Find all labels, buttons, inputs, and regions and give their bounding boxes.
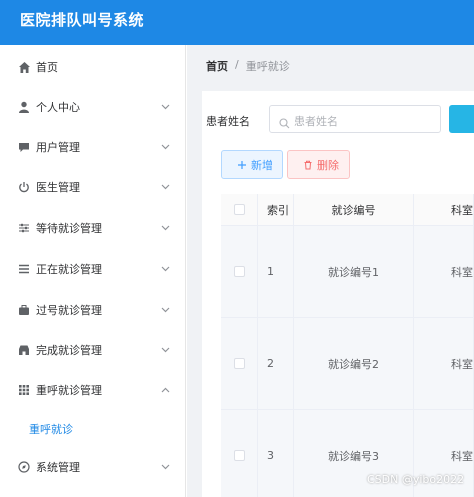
row-checkbox[interactable] <box>233 358 245 369</box>
breadcrumb-separator: / <box>235 58 239 71</box>
sidebar-item-doctor-management[interactable]: 医生管理 <box>0 167 186 207</box>
column-header-index: 索引 <box>258 194 294 226</box>
sidebar-item-home[interactable]: 首页 <box>0 47 186 87</box>
sidebar-subitem-recall[interactable]: 重呼就诊 <box>0 411 186 447</box>
breadcrumb: 首页 / 重呼就诊 <box>206 58 290 74</box>
sidebar-item-completed-management[interactable]: 完成就诊管理 <box>0 330 186 370</box>
app-header: 医院排队叫号系统 <box>0 0 474 45</box>
sidebar-item-recall-management[interactable]: 重呼就诊管理 <box>0 370 186 410</box>
row-index: 2 <box>258 318 294 410</box>
row-select-cell <box>221 226 258 318</box>
chevron-down-icon <box>160 102 170 112</box>
sidebar-item-label: 正在就诊管理 <box>36 263 102 276</box>
chevron-down-icon <box>160 264 170 274</box>
row-checkbox[interactable] <box>233 450 245 461</box>
list-icon <box>17 262 31 276</box>
watermark: CSDN @yibo2022 <box>367 473 465 486</box>
add-button[interactable]: 新增 <box>221 150 283 179</box>
compass-icon <box>17 460 31 474</box>
sidebar-item-label: 完成就诊管理 <box>36 344 102 357</box>
sidebar-item-waiting-management[interactable]: 等待就诊管理 <box>0 208 186 248</box>
sidebar-item-label: 医生管理 <box>36 181 80 194</box>
trash-icon <box>303 160 313 170</box>
sidebar-item-user-management[interactable]: 用户管理 <box>0 127 186 167</box>
sidebar-item-label: 个人中心 <box>36 101 80 114</box>
sliders-icon <box>17 221 31 235</box>
data-table: 索引 就诊编号 科室 1 就诊编号1 科室 2 就诊编号2 科室 3 就诊编号3… <box>221 194 474 497</box>
search-icon <box>279 114 290 129</box>
sidebar-item-label: 等待就诊管理 <box>36 222 102 235</box>
sidebar-item-label: 用户管理 <box>36 141 80 154</box>
select-all-checkbox[interactable] <box>233 204 245 215</box>
row-code: 就诊编号1 <box>294 226 414 318</box>
header-select-all <box>221 194 258 226</box>
shop-icon <box>17 343 31 357</box>
row-select-cell <box>221 318 258 410</box>
power-icon <box>17 180 31 194</box>
app-title: 医院排队叫号系统 <box>20 11 145 29</box>
row-dept: 科室 <box>414 318 474 410</box>
breadcrumb-home[interactable]: 首页 <box>206 58 228 74</box>
chevron-down-icon <box>160 345 170 355</box>
column-header-code: 就诊编号 <box>294 194 414 226</box>
sidebar-menu: 首页 个人中心 用户管理 医生管理 等待就诊管理 正在就诊管理 过号就诊管理 完… <box>0 45 186 497</box>
search-button[interactable] <box>449 105 474 133</box>
sidebar-item-personal-center[interactable]: 个人中心 <box>0 87 186 127</box>
chevron-down-icon <box>160 305 170 315</box>
row-code: 就诊编号2 <box>294 318 414 410</box>
person-icon <box>17 100 31 114</box>
main-content: 首页 / 重呼就诊 患者姓名 患者姓名 新增 删除 索引 就诊编号 科室 1 就… <box>187 45 474 497</box>
sidebar-item-missed-management[interactable]: 过号就诊管理 <box>0 290 186 330</box>
sidebar-item-label: 过号就诊管理 <box>36 304 102 317</box>
chevron-down-icon <box>160 142 170 152</box>
row-checkbox[interactable] <box>233 266 245 277</box>
sidebar-item-in-progress-management[interactable]: 正在就诊管理 <box>0 249 186 289</box>
row-select-cell <box>221 410 258 497</box>
sidebar-item-label: 首页 <box>36 61 58 74</box>
row-index: 3 <box>258 410 294 497</box>
plus-icon <box>237 160 247 170</box>
chevron-down-icon <box>160 182 170 192</box>
sidebar-subitem-label: 重呼就诊 <box>29 423 73 436</box>
home-icon <box>17 60 31 74</box>
add-button-label: 新增 <box>251 158 273 172</box>
chevron-up-icon <box>160 385 170 395</box>
column-header-dept: 科室 <box>414 194 474 226</box>
row-dept: 科室 <box>414 226 474 318</box>
search-placeholder: 患者姓名 <box>294 115 338 128</box>
breadcrumb-current: 重呼就诊 <box>245 60 290 73</box>
delete-button[interactable]: 删除 <box>287 150 350 179</box>
delete-button-label: 删除 <box>317 158 339 172</box>
chevron-down-icon <box>160 462 170 472</box>
chevron-down-icon <box>160 223 170 233</box>
row-index: 1 <box>258 226 294 318</box>
grid-icon <box>17 383 31 397</box>
chat-icon <box>17 140 31 154</box>
sidebar-item-label: 系统管理 <box>36 461 80 474</box>
briefcase-icon <box>17 303 31 317</box>
search-label: 患者姓名 <box>206 115 250 128</box>
sidebar-item-label: 重呼就诊管理 <box>36 384 102 397</box>
sidebar-item-system-management[interactable]: 系统管理 <box>0 447 186 487</box>
patient-name-search-input[interactable]: 患者姓名 <box>269 105 441 133</box>
